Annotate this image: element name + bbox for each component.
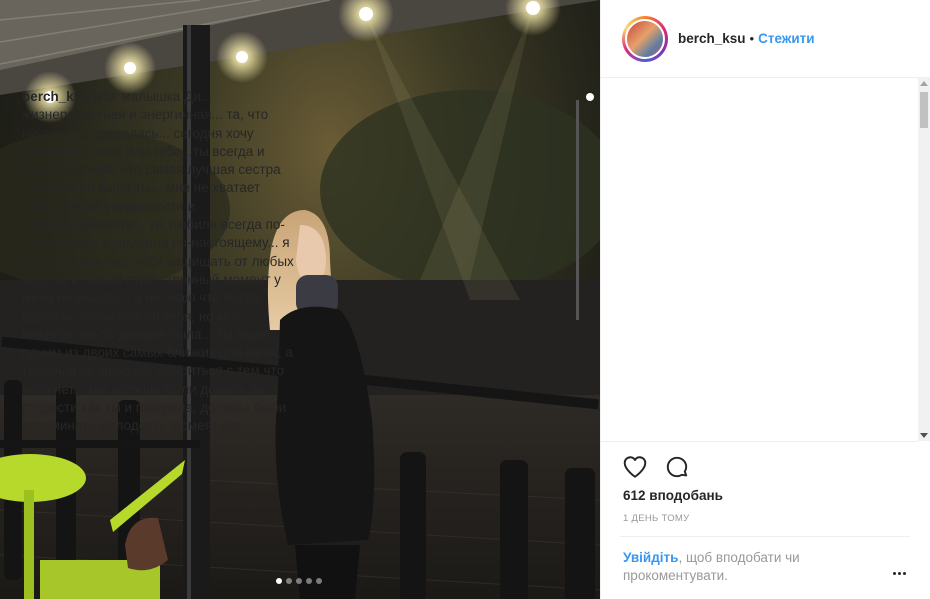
header-separator: • bbox=[749, 31, 755, 46]
action-icons bbox=[622, 454, 690, 480]
carousel-dot-4[interactable] bbox=[306, 578, 312, 584]
scroll-down-arrow-icon[interactable] bbox=[920, 433, 928, 438]
username-link[interactable]: berch_ksu bbox=[678, 31, 746, 46]
post-timestamp[interactable]: 1 ДЕНЬ ТОМУ bbox=[623, 513, 689, 524]
scroll-up-arrow-icon[interactable] bbox=[920, 81, 928, 86]
caption-username[interactable]: berch_ksu bbox=[22, 89, 90, 104]
comment-icon[interactable] bbox=[664, 454, 690, 480]
avatar[interactable] bbox=[622, 15, 668, 62]
caption: berch_ksu моя малышка Ди... жизнерадостна… bbox=[22, 88, 294, 440]
heart-icon[interactable] bbox=[622, 454, 648, 480]
carousel-dots bbox=[276, 578, 322, 584]
follow-button[interactable]: Стежити bbox=[758, 31, 814, 46]
carousel-dot-1[interactable] bbox=[276, 578, 282, 584]
caption-scrollbar[interactable] bbox=[918, 78, 930, 441]
comment-divider bbox=[620, 536, 910, 537]
post-side-panel: berch_ksu • Стежити bbox=[600, 0, 930, 599]
scroll-thumb[interactable] bbox=[920, 92, 928, 128]
caption-text: моя малышка Ди... жизнерадостная и энерг… bbox=[22, 89, 294, 440]
login-prompt: Увійдіть, щоб вподобати чи прокоментуват… bbox=[623, 549, 843, 585]
instagram-post-view: berch_ksu • Стежити berch_ksu моя малышка… bbox=[0, 0, 930, 599]
post-header: berch_ksu • Стежити bbox=[601, 0, 930, 78]
more-options-icon[interactable] bbox=[893, 566, 913, 580]
login-link[interactable]: Увійдіть bbox=[623, 550, 678, 565]
likes-count[interactable]: 612 вподобань bbox=[623, 488, 723, 503]
carousel-dot-3[interactable] bbox=[296, 578, 302, 584]
actions-divider bbox=[600, 441, 918, 442]
avatar-image bbox=[625, 18, 665, 59]
carousel-dot-2[interactable] bbox=[286, 578, 292, 584]
carousel-dot-5[interactable] bbox=[316, 578, 322, 584]
